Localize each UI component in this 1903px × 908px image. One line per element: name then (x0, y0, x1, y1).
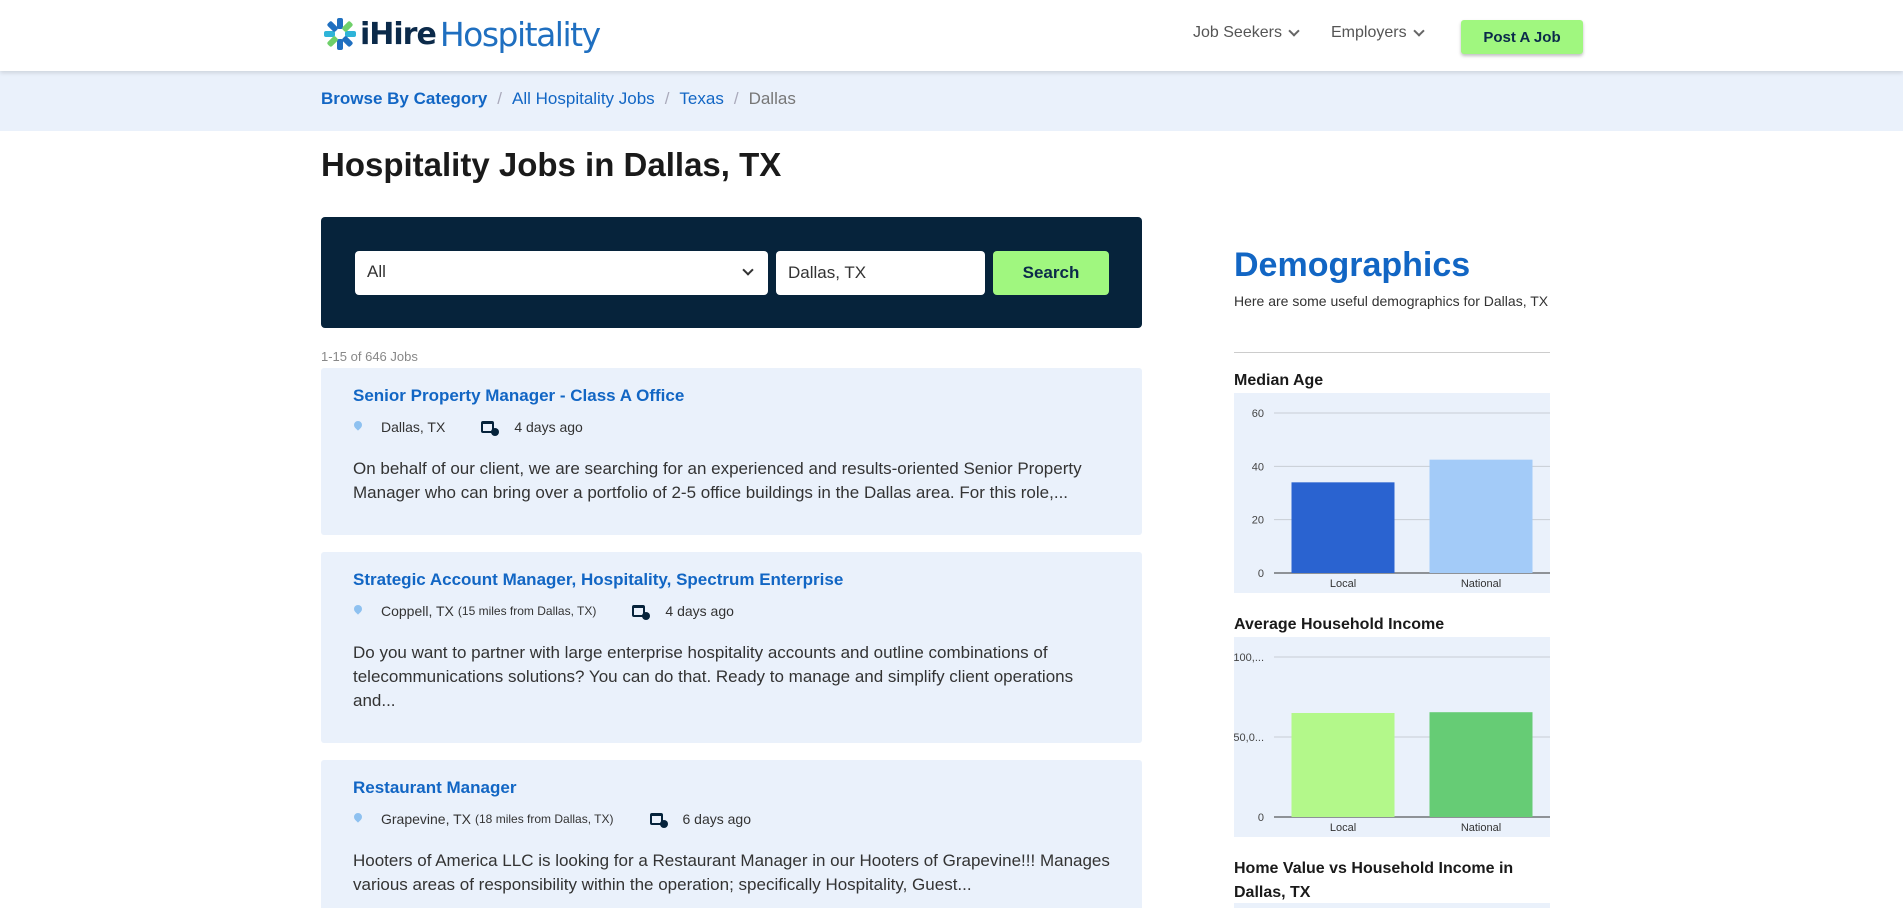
y-tick-label: 50,0... (1234, 732, 1264, 744)
job-meta: Dallas, TX 4 days ago (353, 419, 583, 436)
breadcrumb-current-dallas: Dallas (748, 89, 796, 108)
job-card: Senior Property Manager - Class A Office… (321, 368, 1142, 535)
job-location: Dallas, TX (381, 419, 446, 435)
y-tick-label: 40 (1252, 461, 1264, 473)
y-tick-label: 60 (1252, 408, 1264, 420)
x-tick-label: National (1461, 822, 1501, 834)
median-age-chart-svg: 0 20 40 60 Local National (1252, 408, 1550, 590)
job-card: Strategic Account Manager, Hospitality, … (321, 552, 1142, 743)
ihire-hospitality-logo[interactable]: iHire Hospitality (323, 14, 601, 54)
chevron-down-icon (742, 264, 754, 276)
job-meta: Grapevine, TX (18 miles from Dallas, TX)… (353, 811, 752, 828)
household-income-chart: 0 50,0... 100,... Local National (1234, 637, 1550, 837)
nav-employers[interactable]: Employers (1331, 24, 1425, 42)
x-tick-label: National (1461, 578, 1501, 590)
bar-local (1291, 482, 1395, 573)
search-panel: All Search (321, 217, 1142, 328)
category-select[interactable]: All (355, 251, 768, 295)
x-tick-label: Local (1330, 822, 1356, 834)
location-pin-icon (353, 421, 363, 433)
bar-national (1429, 712, 1533, 817)
logo-ihire-text: iHire (360, 16, 437, 52)
job-title-link[interactable]: Strategic Account Manager, Hospitality, … (353, 570, 843, 590)
job-distance: (15 miles from Dallas, TX) (457, 604, 597, 618)
job-location: Grapevine, TX (381, 811, 472, 827)
job-location: Coppell, TX (381, 603, 454, 619)
job-title-link[interactable]: Restaurant Manager (353, 778, 516, 798)
home-value-chart (1234, 903, 1550, 908)
home-value-chart-title: Home Value vs Household Income in Dallas… (1234, 860, 1514, 901)
household-income-chart-svg: 0 50,0... 100,... Local National (1234, 652, 1550, 834)
nav-employers-label: Employers (1331, 24, 1407, 41)
y-tick-label: 20 (1252, 515, 1264, 527)
breadcrumb-separator: / (733, 89, 739, 108)
breadcrumb-all-hospitality-jobs[interactable]: All Hospitality Jobs (512, 89, 655, 109)
job-description: Do you want to partner with large enterp… (353, 643, 1074, 710)
median-age-chart: 0 20 40 60 Local National (1234, 393, 1550, 593)
divider (1234, 352, 1550, 353)
breadcrumb-texas[interactable]: Texas (679, 89, 723, 109)
nav-job-seekers-label: Job Seekers (1193, 24, 1282, 41)
category-select-value: All (367, 262, 386, 281)
job-meta: Coppell, TX (15 miles from Dallas, TX) 4… (353, 603, 734, 620)
job-description: Hooters of America LLC is looking for a … (353, 851, 1110, 894)
breadcrumb: Browse By Category / All Hospitality Job… (321, 89, 796, 109)
job-distance: (18 miles from Dallas, TX) (475, 812, 614, 826)
logo-hospitality-text: Hospitality (439, 14, 601, 54)
job-posted-date: 4 days ago (665, 603, 734, 619)
location-input[interactable] (776, 251, 985, 295)
household-income-chart-title: Average Household Income (1234, 616, 1445, 633)
breadcrumb-bar: Browse By Category / All Hospitality Job… (0, 71, 1903, 131)
post-a-job-button[interactable]: Post A Job (1461, 20, 1583, 54)
calendar-clock-icon (632, 604, 651, 620)
logo-icon (324, 18, 356, 50)
breadcrumb-separator: / (497, 89, 503, 108)
median-age-chart-title: Median Age (1234, 372, 1324, 389)
bar-national (1429, 459, 1533, 573)
search-button[interactable]: Search (993, 251, 1109, 295)
demographics-subtitle: Here are some useful demographics for Da… (1234, 293, 1549, 309)
y-tick-label: 0 (1258, 568, 1264, 580)
job-posted-date: 6 days ago (682, 811, 752, 827)
page-title: Hospitality Jobs in Dallas, TX (321, 146, 782, 183)
job-description: On behalf of our client, we are searchin… (353, 459, 1082, 502)
chevron-down-icon (1288, 24, 1300, 37)
job-card: Restaurant Manager Grapevine, TX (18 mil… (321, 760, 1142, 908)
job-posted-date: 4 days ago (514, 419, 583, 435)
calendar-clock-icon (649, 812, 668, 828)
location-pin-icon (353, 605, 363, 617)
breadcrumb-browse-by-category[interactable]: Browse By Category (321, 89, 487, 109)
y-tick-label: 0 (1258, 812, 1264, 824)
results-count: 1-15 of 646 Jobs (321, 349, 418, 364)
x-tick-label: Local (1330, 578, 1356, 590)
calendar-clock-icon (481, 420, 500, 436)
bar-local (1291, 713, 1395, 817)
site-header: iHire Hospitality Job Seekers Employers … (0, 0, 1903, 71)
chevron-down-icon (1412, 24, 1425, 37)
location-pin-icon (353, 813, 363, 825)
breadcrumb-separator: / (664, 89, 670, 108)
y-tick-label: 100,... (1234, 652, 1264, 664)
nav-job-seekers[interactable]: Job Seekers (1193, 24, 1300, 42)
job-title-link[interactable]: Senior Property Manager - Class A Office (353, 386, 684, 406)
demographics-heading: Demographics (1234, 246, 1471, 284)
